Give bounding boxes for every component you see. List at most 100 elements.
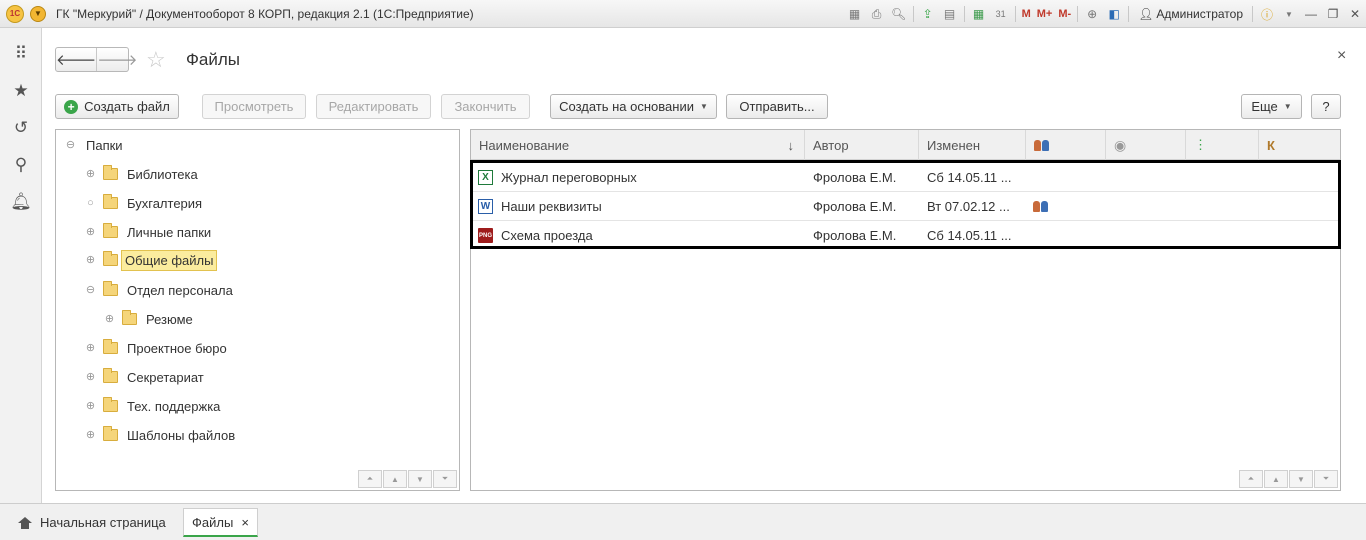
tab-files-label: Файлы [192,514,234,530]
view-button[interactable]: Просмотреть [202,94,306,119]
scroll-bottom-icon[interactable]: ⏷ [1314,470,1338,488]
tree-item-selected[interactable]: ⊕ Общие файлы [86,248,218,272]
column-header-shared[interactable] [1026,130,1106,160]
main-menu-chevron-icon[interactable]: ▼ [30,5,46,22]
minimize-button[interactable]: — [1300,7,1322,21]
cell-name: PNG Схема проезда [478,221,808,250]
memory-button[interactable]: M [1019,8,1034,20]
window-title: ГК "Меркурий" / Документооборот 8 КОРП, … [56,6,474,21]
column-header-name[interactable]: Наименование ↓ [471,130,805,160]
scroll-up-icon[interactable]: ▲ [383,470,407,488]
memory-minus-button[interactable]: M- [1055,8,1074,20]
calendar-icon[interactable]: 31 [990,3,1012,25]
tree-item[interactable]: ○ Бухгалтерия [86,191,205,215]
expand-icon[interactable]: ⊕ [86,400,95,411]
finish-label: Закончить [454,99,517,114]
notifications-bell-icon[interactable]: 🔔︎ [0,183,42,220]
expand-icon[interactable]: ⊕ [86,342,95,353]
column-header-workflow[interactable]: ⋮ [1186,130,1259,160]
user-menu[interactable]: 👤︎ Администратор [1132,7,1249,21]
tree-item[interactable]: ⊕ Резюме [105,307,196,331]
tree-item[interactable]: ⊕ Проектное бюро [86,336,230,360]
apps-grid-icon[interactable]: ⠿ [0,35,42,72]
column-header-author[interactable]: Автор [805,130,919,160]
tree-item[interactable]: ⊕ Тех. поддержка [86,394,223,418]
file-name: Схема проезда [501,228,593,243]
table-row[interactable]: W Наши реквизиты Фролова Е.М. Вт 07.02.1… [473,192,1338,221]
close-tab-icon[interactable]: × [241,515,249,530]
files-table[interactable]: Наименование ↓ Автор Изменен ◉ ⋮ К X Жур… [470,129,1341,491]
tree-item-label: Проектное бюро [127,340,227,356]
help-button[interactable]: ? [1311,94,1341,119]
tree-item[interactable]: ⊖ Отдел персонала [86,278,236,302]
shared-users-icon [1033,201,1048,212]
tree-item[interactable]: ⊕ Личные папки [86,220,214,244]
tree-item-label: Бухгалтерия [127,195,203,211]
column-name-label: Наименование [479,137,570,153]
edit-button[interactable]: Редактировать [316,94,431,119]
scroll-top-icon[interactable]: ⏶ [1239,470,1263,488]
expand-icon[interactable]: ⊕ [105,313,114,324]
memory-plus-button[interactable]: M+ [1034,8,1056,20]
create-based-on-button[interactable]: Создать на основании ▼ [550,94,717,119]
tree-item-label: Личные папки [127,224,212,240]
finish-button[interactable]: Закончить [441,94,530,119]
window-close-button[interactable]: ✕ [1344,7,1366,21]
chevron-down-icon[interactable]: ▼ [1278,3,1300,25]
favorites-star-icon[interactable]: ★ [0,72,42,109]
panels-icon[interactable]: ◧ [1103,3,1125,25]
print-preview-icon[interactable]: 🔍︎ [888,3,910,25]
cell-modified: Вт 07.02.12 ... [927,199,1010,214]
more-button[interactable]: Еще ▼ [1241,94,1302,119]
more-label: Еще [1251,99,1278,114]
tab-home[interactable]: Начальная страница [10,508,174,537]
tab-files[interactable]: Файлы × [183,508,258,537]
print-icon[interactable]: ⎙ [866,3,888,25]
edit-label: Редактировать [328,99,419,114]
send-button[interactable]: Отправить... [726,94,828,119]
table-row[interactable]: X Журнал переговорных Фролова Е.М. Сб 14… [473,163,1338,192]
scroll-bottom-icon[interactable]: ⏷ [433,470,457,488]
column-header-modified[interactable]: Изменен [919,130,1026,160]
tree-root-label: Папки [86,137,123,153]
expand-icon[interactable]: ⊕ [86,429,95,440]
tree-item-label: Секретариат [127,369,204,385]
column-header-k[interactable]: К [1259,130,1340,160]
table-row[interactable]: PNG Схема проезда Фролова Е.М. Сб 14.05.… [473,221,1338,250]
save-icon[interactable]: ▦ [844,3,866,25]
expand-icon[interactable]: ⊕ [86,168,95,179]
folder-icon [103,397,118,412]
calculator-icon[interactable]: ▦ [968,3,990,25]
info-icon[interactable]: ⓘ [1256,3,1278,25]
collapse-icon[interactable]: ⊖ [66,139,75,150]
create-file-button[interactable]: + Создать файл [55,94,179,119]
favorite-star-icon[interactable]: ☆ [146,47,166,73]
forward-button[interactable]: 🡒 [96,48,137,71]
scanner-icon[interactable]: ▤ [939,3,961,25]
back-button[interactable]: 🡐 [56,48,96,71]
form-close-button[interactable]: × [1337,47,1346,65]
zoom-icon[interactable]: ⊕ [1081,3,1103,25]
leaf-icon: ○ [87,196,94,209]
scroll-top-icon[interactable]: ⏶ [358,470,382,488]
restore-button[interactable]: ❐ [1322,7,1344,21]
folder-tree[interactable]: ⊖ Папки ⊕ Библиотека ○ Бухгалтерия ⊕ Лич… [55,129,460,491]
history-icon[interactable]: ↺ [0,109,42,146]
upload-icon[interactable]: ⇪ [917,3,939,25]
search-icon[interactable]: ⚲ [0,146,42,183]
tree-item[interactable]: ⊕ Секретариат [86,365,207,389]
tree-root[interactable]: ⊖ Папки [66,133,126,157]
column-header-status[interactable]: ◉ [1106,130,1186,160]
scroll-up-icon[interactable]: ▲ [1264,470,1288,488]
column-author-label: Автор [813,137,849,153]
scroll-down-icon[interactable]: ▼ [408,470,432,488]
expand-icon[interactable]: ⊕ [86,371,95,382]
expand-icon[interactable]: ⊕ [86,254,95,265]
plus-icon: + [64,99,79,114]
tree-item[interactable]: ⊕ Библиотека [86,162,201,186]
scroll-down-icon[interactable]: ▼ [1289,470,1313,488]
navigation-buttons: 🡐 🡒 [55,47,137,72]
expand-icon[interactable]: ⊕ [86,226,95,237]
tree-item[interactable]: ⊕ Шаблоны файлов [86,423,238,447]
collapse-icon[interactable]: ⊖ [86,284,95,295]
